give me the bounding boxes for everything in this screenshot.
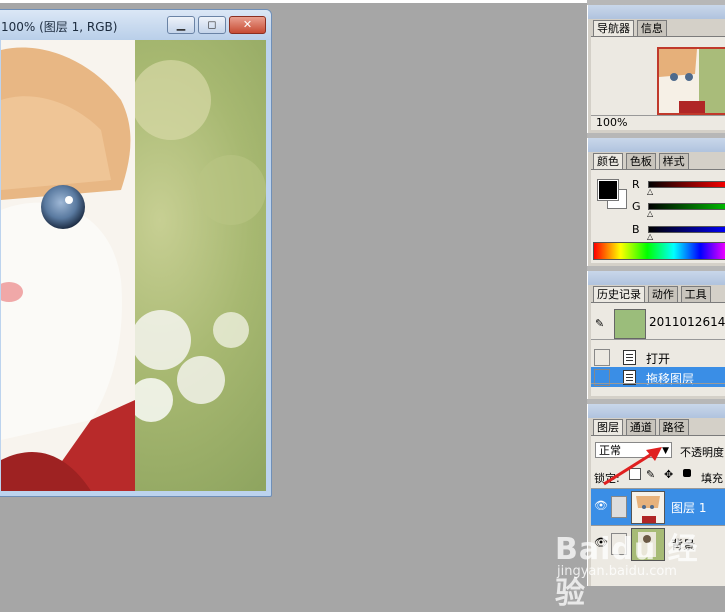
opacity-label: 不透明度 bbox=[680, 446, 724, 459]
tab-info[interactable]: 信息 bbox=[636, 20, 667, 36]
document-window[interactable]: 100% (图层 1, RGB) ▁ ◻ ✕ bbox=[0, 9, 272, 497]
tab-history[interactable]: 历史记录 bbox=[593, 286, 645, 302]
history-body: ✎ 20110126140 打开 拖移图层 bbox=[591, 302, 725, 396]
color-spectrum-bar[interactable] bbox=[593, 242, 725, 260]
slider-triangle-icon[interactable]: △ bbox=[647, 233, 653, 241]
layer-name: 图层 1 bbox=[671, 501, 707, 515]
channel-r-label: R bbox=[632, 178, 640, 191]
history-panel: 历史记录 动作 工具 ✎ 20110126140 打开 拖移图层 bbox=[587, 271, 725, 399]
document-titlebar[interactable]: 100% (图层 1, RGB) ▁ ◻ ✕ bbox=[0, 10, 271, 40]
history-source-checkbox[interactable] bbox=[594, 349, 610, 366]
tab-paths[interactable]: 路径 bbox=[658, 419, 689, 435]
slider-triangle-icon[interactable]: △ bbox=[647, 210, 653, 218]
fill-label: 填充 bbox=[701, 472, 723, 485]
channel-g-slider[interactable] bbox=[648, 203, 725, 210]
navigator-thumbnail bbox=[659, 49, 725, 113]
channel-b-slider[interactable] bbox=[648, 226, 725, 233]
panel-grip[interactable] bbox=[588, 138, 725, 152]
layer-brush-icon[interactable] bbox=[611, 496, 627, 518]
history-footer bbox=[591, 383, 725, 396]
tab-channels[interactable]: 通道 bbox=[625, 419, 656, 435]
navigator-panel: 导航器 信息 100% bbox=[587, 5, 725, 133]
tab-tools[interactable]: 工具 bbox=[680, 286, 711, 302]
maximize-button[interactable]: ◻ bbox=[198, 16, 226, 34]
foreground-color-swatch[interactable] bbox=[597, 179, 619, 201]
tab-swatches[interactable]: 色板 bbox=[625, 153, 656, 169]
zoom-row: 100% bbox=[591, 115, 725, 130]
history-item[interactable]: 打开 bbox=[591, 347, 725, 367]
kitten-photo bbox=[1, 40, 266, 491]
visibility-eye-icon[interactable]: 👁 bbox=[594, 500, 608, 512]
history-item-label: 打开 bbox=[646, 352, 671, 366]
lock-all-icon[interactable] bbox=[683, 469, 691, 477]
layer1-thumbnail-image bbox=[632, 492, 664, 523]
channel-b-label: B bbox=[632, 223, 640, 236]
tab-actions[interactable]: 动作 bbox=[647, 286, 678, 302]
history-snapshot[interactable]: ✎ 20110126140 bbox=[591, 307, 725, 340]
panel-grip[interactable] bbox=[588, 404, 725, 418]
zoom-value[interactable]: 100% bbox=[596, 116, 627, 129]
tab-styles[interactable]: 样式 bbox=[658, 153, 689, 169]
image-canvas[interactable] bbox=[1, 40, 266, 491]
color-body: R △ G △ B △ bbox=[591, 169, 725, 263]
panel-grip[interactable] bbox=[588, 5, 725, 19]
history-state-icon bbox=[623, 350, 636, 365]
navigator-preview[interactable] bbox=[657, 47, 725, 115]
minimize-button[interactable]: ▁ bbox=[167, 16, 195, 34]
channel-r-slider[interactable] bbox=[648, 181, 725, 188]
document-title: 100% (图层 1, RGB) bbox=[1, 20, 118, 34]
snapshot-label: 20110126140 bbox=[649, 315, 725, 329]
color-panel: 颜色 色板 样式 R △ G △ B △ bbox=[587, 138, 725, 266]
annotation-arrow-icon bbox=[603, 447, 662, 486]
watermark: Baidu 经验 jingyan.baidu.com bbox=[555, 520, 725, 611]
channel-g-label: G bbox=[632, 200, 641, 213]
tab-layers[interactable]: 图层 bbox=[593, 419, 623, 435]
slider-triangle-icon[interactable]: △ bbox=[647, 188, 653, 196]
watermark-url: jingyan.baidu.com bbox=[557, 564, 677, 579]
tab-navigator[interactable]: 导航器 bbox=[593, 20, 634, 36]
tab-color[interactable]: 颜色 bbox=[593, 153, 623, 169]
snapshot-thumbnail bbox=[614, 309, 646, 339]
navigator-body: 100% bbox=[591, 36, 725, 130]
panel-grip[interactable] bbox=[588, 271, 725, 285]
close-button[interactable]: ✕ bbox=[229, 16, 266, 34]
history-brush-icon[interactable]: ✎ bbox=[595, 317, 604, 330]
